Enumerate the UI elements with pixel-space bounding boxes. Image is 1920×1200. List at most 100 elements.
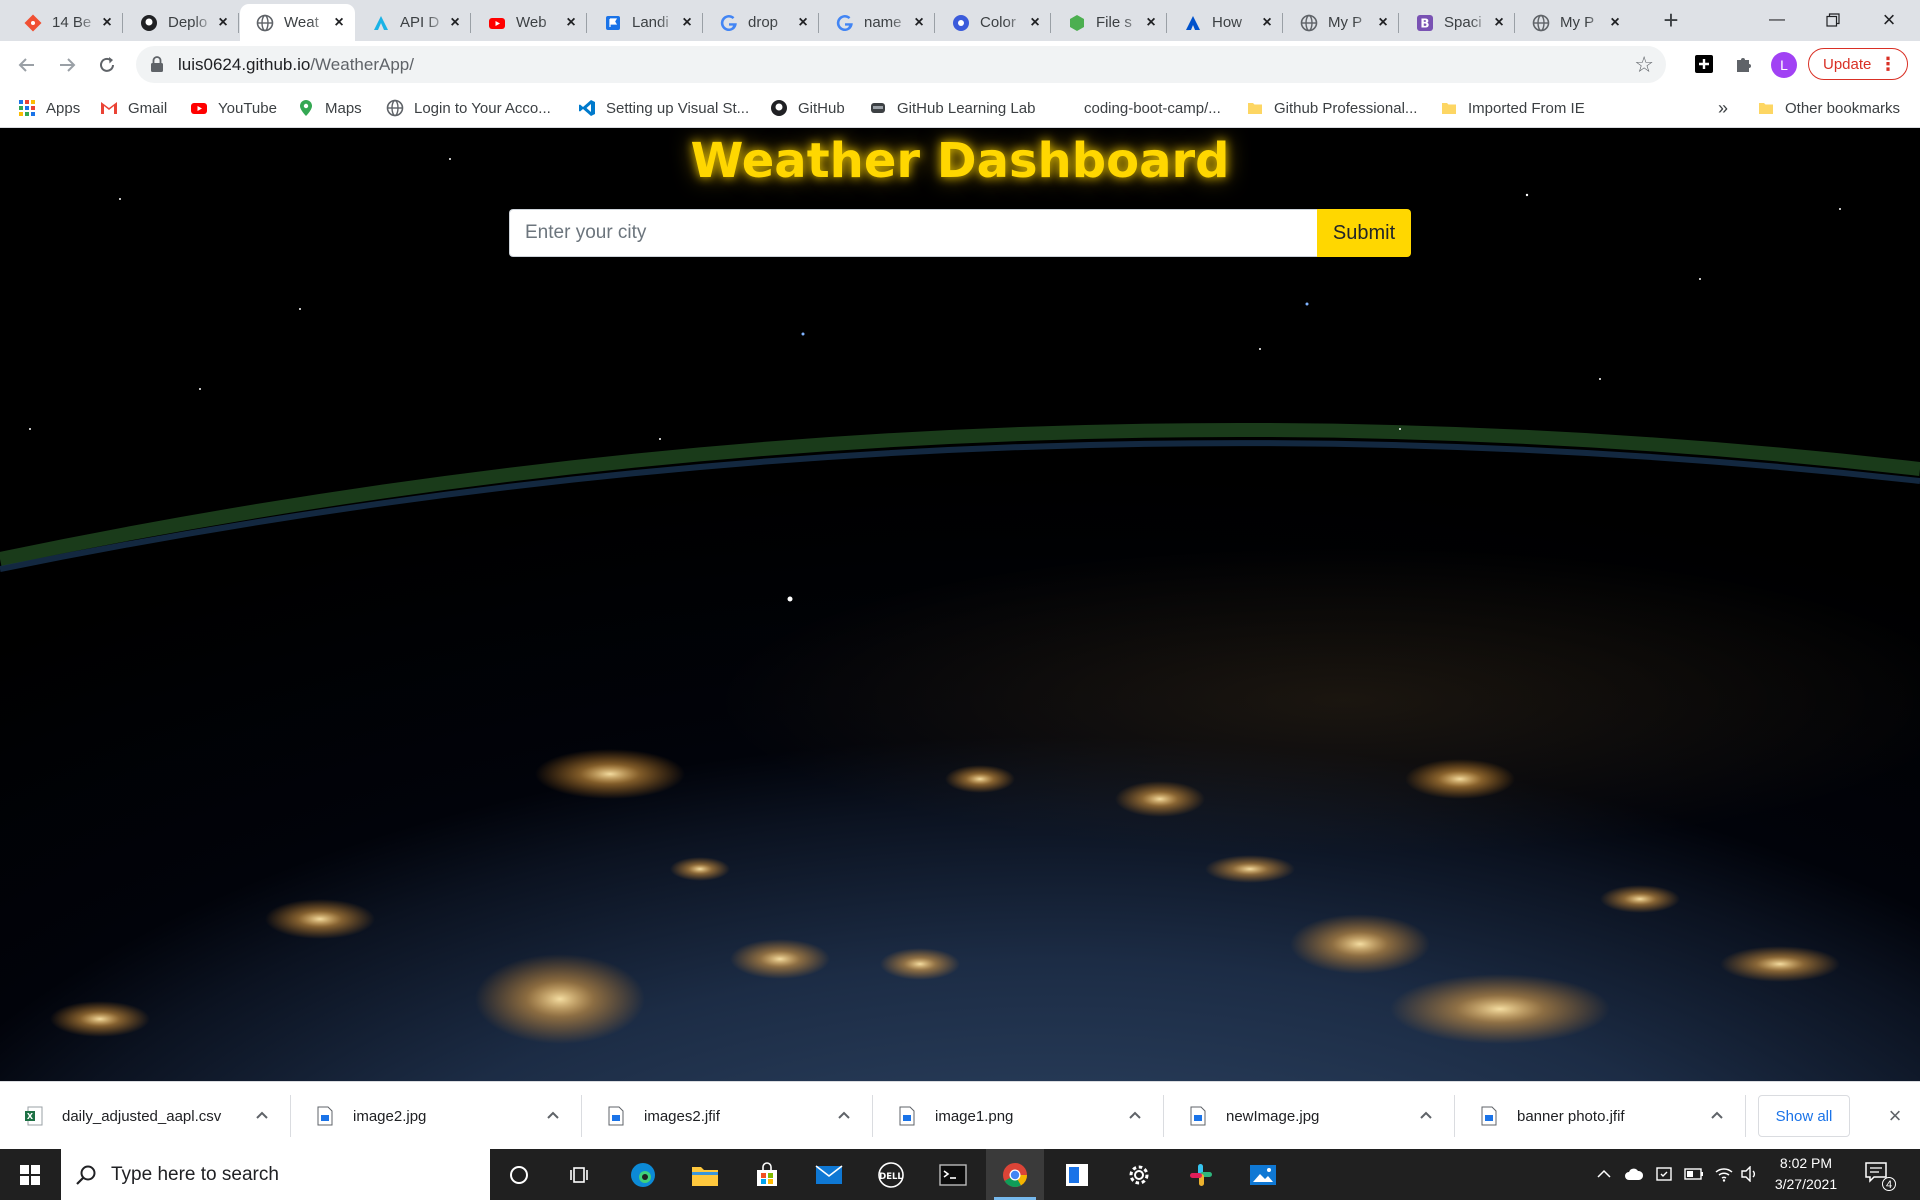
restore-icon[interactable]: [1810, 0, 1856, 40]
download-item[interactable]: image2.jpg: [291, 1082, 582, 1150]
close-download-shelf-icon[interactable]: ×: [1885, 1105, 1905, 1127]
submit-button[interactable]: Submit: [1317, 209, 1411, 257]
notification-center-icon[interactable]: 4: [1864, 1161, 1896, 1191]
city-input[interactable]: [509, 209, 1317, 257]
browser-tab[interactable]: Color ×: [936, 4, 1051, 41]
close-icon[interactable]: ×: [795, 14, 811, 31]
bookmark-apps[interactable]: Apps: [18, 88, 80, 128]
window-close-icon[interactable]: ×: [1866, 0, 1912, 40]
minimize-icon[interactable]: —: [1754, 0, 1800, 40]
close-icon[interactable]: ×: [563, 14, 579, 31]
bookmark-coding-boot-camp[interactable]: coding-boot-camp/...: [1084, 88, 1221, 128]
update-button[interactable]: Update ⋮: [1808, 48, 1908, 80]
bookmark-folder-imported-from-ie[interactable]: Imported From IE: [1440, 88, 1585, 128]
microsoft-store-icon[interactable]: [738, 1149, 796, 1200]
show-all-button[interactable]: Show all: [1758, 1095, 1850, 1137]
taskbar-search-box[interactable]: Type here to search: [61, 1149, 490, 1200]
taskbar-clock[interactable]: 8:02 PM 3/27/2021: [1766, 1153, 1846, 1197]
browser-tab[interactable]: drop ×: [704, 4, 819, 41]
task-view-icon[interactable]: [552, 1149, 610, 1200]
back-icon[interactable]: [12, 50, 42, 80]
browser-tab[interactable]: 14 Be ×: [8, 4, 123, 41]
download-filename: image2.jpg: [353, 1107, 427, 1125]
close-icon[interactable]: ×: [331, 14, 347, 31]
chevron-up-icon[interactable]: [253, 1106, 271, 1124]
close-icon[interactable]: ×: [447, 14, 463, 31]
bookmark-label: GitHub Learning Lab: [897, 99, 1036, 117]
photos-icon[interactable]: [1234, 1149, 1292, 1200]
download-item[interactable]: image1.png: [873, 1082, 1164, 1150]
address-bar[interactable]: luis0624.github.io/WeatherApp/ ☆: [136, 46, 1666, 83]
chevron-up-icon[interactable]: [1126, 1106, 1144, 1124]
close-icon[interactable]: ×: [1375, 14, 1391, 31]
volume-icon[interactable]: [1740, 1164, 1760, 1184]
chevron-up-icon[interactable]: [1708, 1106, 1726, 1124]
close-icon[interactable]: ×: [1143, 14, 1159, 31]
bookmark-github[interactable]: GitHub: [770, 88, 845, 128]
browser-tab-active[interactable]: Weat ×: [240, 4, 355, 41]
onedrive-cloud-icon[interactable]: [1624, 1164, 1644, 1184]
chevron-up-icon[interactable]: [1594, 1164, 1614, 1184]
settings-gear-icon[interactable]: [1110, 1149, 1168, 1200]
browser-tab[interactable]: My P ×: [1284, 4, 1399, 41]
bookmark-vscode[interactable]: Setting up Visual St...: [578, 88, 749, 128]
battery-icon[interactable]: [1684, 1164, 1704, 1184]
close-icon[interactable]: ×: [1027, 14, 1043, 31]
browser-tab[interactable]: How ×: [1168, 4, 1283, 41]
browser-tab[interactable]: Landi ×: [588, 4, 703, 41]
chevron-up-icon[interactable]: [544, 1106, 562, 1124]
lock-icon[interactable]: [150, 56, 164, 77]
download-filename: images2.jfif: [644, 1107, 720, 1125]
bookmark-maps[interactable]: Maps: [297, 88, 362, 128]
download-item[interactable]: banner photo.jfif: [1455, 1082, 1746, 1150]
forward-icon[interactable]: [52, 50, 82, 80]
extensions-puzzle-icon[interactable]: [1731, 51, 1757, 77]
bookmark-star-icon[interactable]: ☆: [1634, 52, 1654, 78]
wifi-icon[interactable]: [1714, 1164, 1734, 1184]
download-item[interactable]: images2.jfif: [582, 1082, 873, 1150]
close-icon[interactable]: ×: [911, 14, 927, 31]
reload-icon[interactable]: [92, 50, 122, 80]
close-icon[interactable]: ×: [1259, 14, 1275, 31]
browser-tab[interactable]: API D ×: [356, 4, 471, 41]
new-tab-button[interactable]: +: [1656, 6, 1686, 36]
browser-tab[interactable]: B Spaci ×: [1400, 4, 1515, 41]
file-explorer-icon[interactable]: [676, 1149, 734, 1200]
bookmark-login[interactable]: Login to Your Acco...: [386, 88, 551, 128]
security-icon[interactable]: [1654, 1164, 1674, 1184]
close-icon[interactable]: ×: [1491, 14, 1507, 31]
globe-icon: [1532, 14, 1550, 32]
edge-icon[interactable]: [614, 1149, 672, 1200]
extension-plus-icon[interactable]: [1691, 51, 1717, 77]
google-icon: [720, 14, 738, 32]
windows-start-icon[interactable]: [0, 1149, 60, 1200]
download-item[interactable]: X daily_adjusted_aapl.csv: [0, 1082, 291, 1150]
close-icon[interactable]: ×: [99, 14, 115, 31]
terminal-icon[interactable]: [924, 1149, 982, 1200]
chevron-up-icon[interactable]: [1417, 1106, 1435, 1124]
word-pad-icon[interactable]: [1048, 1149, 1106, 1200]
profile-avatar[interactable]: L: [1771, 52, 1797, 78]
colors-icon: [952, 14, 970, 32]
download-item[interactable]: newImage.jpg: [1164, 1082, 1455, 1150]
cortana-icon[interactable]: [490, 1149, 548, 1200]
bookmarks-overflow-button[interactable]: »: [1718, 88, 1728, 128]
bookmark-other-bookmarks[interactable]: Other bookmarks: [1757, 88, 1900, 128]
chevron-up-icon[interactable]: [835, 1106, 853, 1124]
close-icon[interactable]: ×: [1607, 14, 1623, 31]
browser-tab[interactable]: File s ×: [1052, 4, 1167, 41]
close-icon[interactable]: ×: [679, 14, 695, 31]
mail-icon[interactable]: [800, 1149, 858, 1200]
bookmark-youtube[interactable]: YouTube: [190, 88, 277, 128]
dell-icon[interactable]: DELL: [862, 1149, 920, 1200]
bookmark-learning-lab[interactable]: GitHub Learning Lab: [869, 88, 1035, 128]
bookmark-folder-github-professional[interactable]: Github Professional...: [1246, 88, 1417, 128]
browser-tab[interactable]: Web ×: [472, 4, 587, 41]
browser-tab[interactable]: Deplo ×: [124, 4, 239, 41]
browser-tab[interactable]: name ×: [820, 4, 935, 41]
browser-tab[interactable]: My P ×: [1516, 4, 1631, 41]
close-icon[interactable]: ×: [215, 14, 231, 31]
slack-icon[interactable]: [1172, 1149, 1230, 1200]
chrome-icon[interactable]: [986, 1149, 1044, 1200]
bookmark-gmail[interactable]: Gmail: [100, 88, 167, 128]
